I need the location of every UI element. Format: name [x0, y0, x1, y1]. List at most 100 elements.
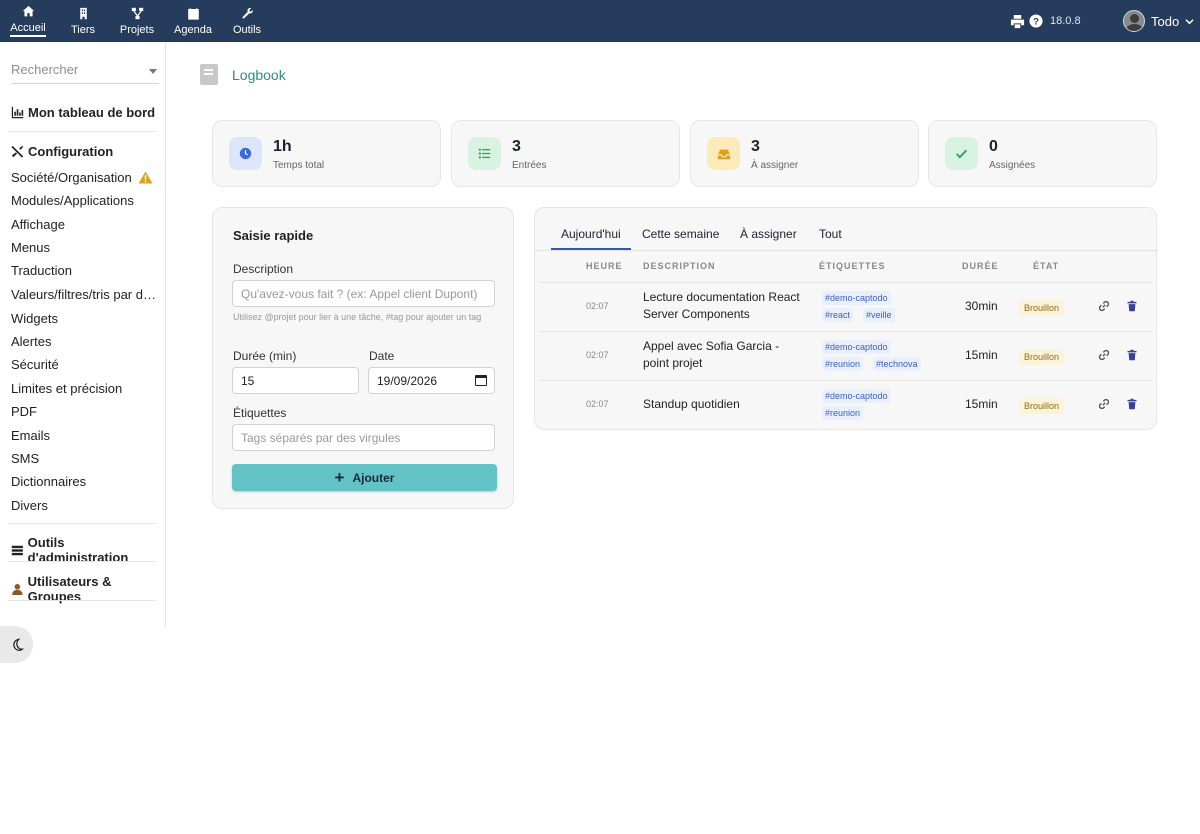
nav-label: Agenda	[174, 23, 212, 36]
nav-label: Tiers	[70, 23, 96, 36]
tab-label: Aujourd'hui	[561, 227, 621, 241]
trash-icon[interactable]	[1126, 300, 1138, 312]
tag-chip[interactable]: #veille	[863, 308, 895, 322]
moon-icon	[12, 637, 24, 651]
tag-chip[interactable]: #reunion	[822, 357, 864, 371]
theme-toggle-button[interactable]	[0, 626, 33, 663]
building-icon	[79, 7, 87, 19]
sidebar-item-emails[interactable]: Emails	[11, 428, 161, 443]
add-button[interactable]: + Ajouter	[232, 464, 497, 491]
divider	[8, 561, 156, 562]
trash-icon[interactable]	[1126, 398, 1138, 410]
divider	[8, 131, 156, 132]
stat-value: 0	[989, 138, 998, 155]
column-header-tags: ÉTIQUETTES	[819, 261, 886, 271]
column-header-description: DESCRIPTION	[643, 261, 716, 271]
help-text: Utilisez @projet pour lier à une tâche, …	[233, 312, 482, 322]
tag-chip[interactable]: #demo-captodo	[822, 389, 891, 403]
user-menu[interactable]: Todo	[1123, 0, 1194, 42]
nav-home[interactable]: Accueil	[10, 0, 46, 42]
tag-chip[interactable]: #demo-captodo	[822, 340, 891, 354]
add-button-label: Ajouter	[352, 470, 395, 485]
description-placeholder: Qu'avez-vous fait ? (ex: Appel client Du…	[241, 286, 478, 301]
sidebar-search[interactable]: Rechercher	[11, 62, 159, 84]
help-icon[interactable]: ?	[1029, 14, 1043, 28]
print-icon[interactable]	[1010, 14, 1025, 29]
sidebar-item-valeurs[interactable]: Valeurs/filtres/tris par défaut	[11, 287, 161, 302]
calendar-icon[interactable]	[475, 375, 487, 386]
divider	[8, 523, 156, 524]
clock-icon	[229, 137, 262, 170]
entry-description: Appel avec Sofia Garcia - point projet	[643, 339, 780, 370]
wrench-icon	[241, 7, 253, 19]
date-input[interactable]: 19/09/2026	[368, 367, 495, 394]
svg-text:?: ?	[1033, 17, 1039, 28]
sidebar-item-widgets[interactable]: Widgets	[11, 311, 161, 326]
description-input[interactable]: Qu'avez-vous fait ? (ex: Appel client Du…	[232, 280, 495, 307]
avatar	[1123, 10, 1145, 32]
link-icon[interactable]	[1098, 398, 1110, 410]
column-header-time: HEURE	[586, 261, 623, 271]
sidebar-item-limites[interactable]: Limites et précision	[11, 381, 161, 396]
sidebar-item-menus[interactable]: Menus	[11, 240, 161, 255]
tag-chip[interactable]: #technova	[873, 357, 921, 371]
user-name: Todo	[1151, 13, 1180, 29]
row-divider	[539, 282, 1153, 283]
entry-time: 02:07	[586, 350, 609, 360]
entry-description: Lecture documentation React Server Compo…	[643, 290, 800, 321]
description-label: Description	[233, 262, 294, 276]
stat-value: 3	[512, 138, 521, 155]
sidebar-item-securite[interactable]: Sécurité	[11, 357, 161, 372]
entry-time: 02:07	[586, 301, 609, 311]
tab-this-week[interactable]: Cette semaine	[642, 227, 719, 241]
link-icon[interactable]	[1098, 349, 1110, 361]
check-icon	[945, 137, 978, 170]
column-header-status: ÉTAT	[1033, 261, 1060, 271]
stat-card-entries: 3 Entrées	[451, 120, 680, 187]
stat-value: 3	[751, 138, 760, 155]
nav-agenda[interactable]: Agenda	[172, 0, 214, 42]
configuration-label: Configuration	[28, 144, 114, 159]
sidebar-item-traduction[interactable]: Traduction	[11, 263, 161, 278]
sidebar-item-divers[interactable]: Divers	[11, 498, 161, 513]
server-icon	[11, 545, 23, 555]
sidebar-item-societe[interactable]: Société/Organisation	[11, 170, 161, 185]
nav-outils[interactable]: Outils	[232, 0, 262, 42]
tag-chip[interactable]: #demo-captodo	[822, 291, 891, 305]
tag-chip[interactable]: #reunion	[822, 406, 864, 420]
top-right-tools: ? 18.0.8	[1010, 0, 1081, 42]
duration-input[interactable]: 15	[232, 367, 359, 394]
nav-label: Accueil	[10, 22, 46, 37]
quick-entry-card: Saisie rapide Description Qu'avez-vous f…	[212, 207, 514, 509]
sidebar-item-affichage[interactable]: Affichage	[11, 217, 161, 232]
tag-chip[interactable]: #react	[822, 308, 854, 322]
nav-label: Outils	[232, 23, 262, 36]
sidebar-configuration[interactable]: Configuration	[11, 144, 113, 159]
tab-to-assign[interactable]: À assigner	[740, 227, 797, 241]
nav-tiers[interactable]: Tiers	[68, 0, 98, 42]
divider	[8, 600, 156, 601]
nav-label: Projets	[119, 23, 155, 36]
inbox-icon	[707, 137, 740, 170]
sidebar-item-pdf[interactable]: PDF	[11, 404, 161, 419]
tags-input[interactable]: Tags séparés par des virgules	[232, 424, 495, 451]
page-title[interactable]: Logbook	[232, 67, 286, 83]
entry-duration: 15min	[965, 397, 998, 411]
sidebar-item-alertes[interactable]: Alertes	[11, 334, 161, 349]
sidebar-item-dictionnaires[interactable]: Dictionnaires	[11, 474, 161, 489]
entry-duration: 15min	[965, 348, 998, 362]
sidebar: Rechercher Mon tableau de bord Configura…	[0, 42, 166, 627]
nav-projets[interactable]: Projets	[118, 0, 156, 42]
sidebar-item-sms[interactable]: SMS	[11, 451, 161, 466]
stat-card-assigned: 0 Assignées	[928, 120, 1157, 187]
sidebar-item-modules[interactable]: Modules/Applications	[11, 193, 161, 208]
link-icon[interactable]	[1098, 300, 1110, 312]
tab-today[interactable]: Aujourd'hui	[551, 227, 631, 250]
plus-icon: +	[334, 468, 345, 487]
trash-icon[interactable]	[1126, 349, 1138, 361]
tab-all[interactable]: Tout	[819, 227, 842, 241]
row-divider	[539, 380, 1153, 381]
sidebar-dashboard[interactable]: Mon tableau de bord	[11, 105, 155, 120]
top-navbar: Accueil Tiers Projets Agenda Outils ? 18…	[0, 0, 1200, 42]
date-value: 19/09/2026	[377, 373, 438, 388]
